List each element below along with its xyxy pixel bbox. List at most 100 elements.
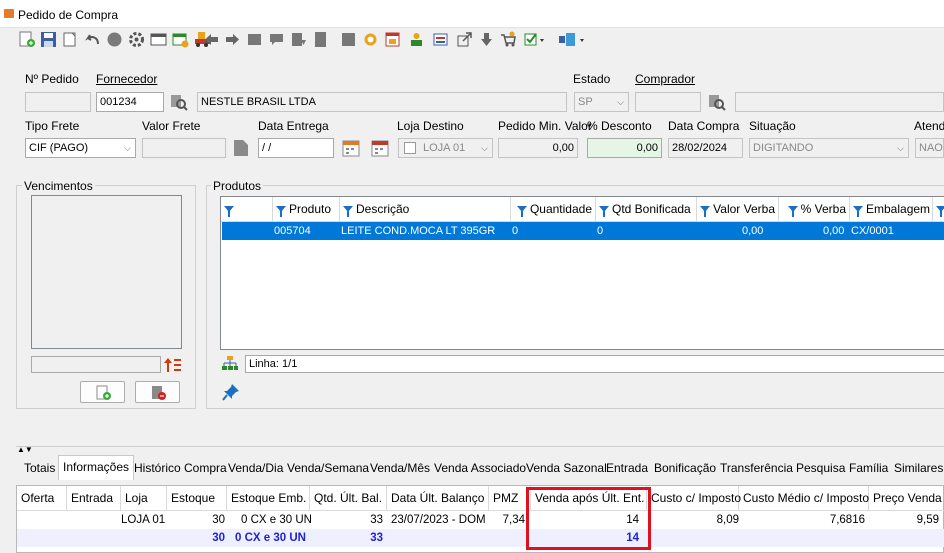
export-icon[interactable] bbox=[456, 31, 473, 48]
save-icon[interactable] bbox=[40, 31, 57, 48]
calendar-picker-icon[interactable] bbox=[342, 139, 360, 157]
col-qtd-bonificada[interactable]: Qtd Bonificada bbox=[596, 197, 697, 222]
loja-destino-label: Loja Destino bbox=[397, 119, 464, 133]
refresh-coins-icon[interactable] bbox=[362, 31, 379, 48]
splitter-line[interactable] bbox=[16, 446, 944, 447]
info-col-header[interactable]: PMZ bbox=[489, 486, 531, 511]
sort-order-icon[interactable] bbox=[164, 356, 182, 374]
search-fornecedor-icon[interactable] bbox=[170, 93, 188, 111]
fornecedor-code-field[interactable]: 001234 bbox=[96, 92, 164, 112]
col-qtd-bonificada-label: Qtd Bonificada bbox=[612, 202, 691, 216]
data-compra-field: 28/02/2024 bbox=[668, 138, 743, 158]
cell-descricao: LEITE COND.MOCA LT 395GR bbox=[341, 225, 496, 237]
tab-2[interactable]: Histórico Compra bbox=[130, 457, 231, 479]
calendar-icon[interactable] bbox=[172, 31, 189, 48]
tab-4[interactable]: Venda/Semana bbox=[283, 457, 373, 479]
spreadsheet-icon[interactable] bbox=[384, 31, 401, 48]
info-col-header[interactable]: Estoque bbox=[167, 486, 227, 511]
settings-icon[interactable] bbox=[128, 31, 145, 48]
new-document-icon[interactable] bbox=[18, 31, 35, 48]
document-small-icon[interactable] bbox=[233, 139, 249, 157]
cell-quantidade: 0 bbox=[512, 225, 519, 237]
tab-10[interactable]: Transferência bbox=[716, 457, 797, 479]
tab-13[interactable]: Similares bbox=[890, 457, 944, 479]
comprador-code-field[interactable] bbox=[635, 92, 701, 112]
clipboard-down-icon[interactable] bbox=[290, 31, 307, 48]
tab-9[interactable]: Bonificação bbox=[650, 457, 720, 479]
vencimentos-input[interactable] bbox=[31, 356, 161, 373]
document-icon[interactable] bbox=[312, 31, 329, 48]
col-produto[interactable]: Produto bbox=[273, 197, 340, 222]
vencimentos-list[interactable] bbox=[31, 195, 182, 349]
network-dropdown-icon[interactable] bbox=[558, 31, 584, 48]
download-arrow-icon[interactable] bbox=[478, 31, 495, 48]
atend-field[interactable]: NAO bbox=[915, 138, 944, 158]
loja-destino-select[interactable]: LOJA 01 ⌵ bbox=[398, 138, 493, 158]
pin-icon[interactable] bbox=[222, 383, 240, 401]
tab-7[interactable]: Venda Sazonal bbox=[522, 457, 611, 479]
tab-11[interactable]: Pesquisa bbox=[792, 457, 849, 479]
col-quantidade[interactable]: Quantidade bbox=[511, 197, 596, 222]
arrow-left-icon[interactable] bbox=[203, 31, 220, 48]
tab-8[interactable]: Entrada bbox=[602, 457, 652, 479]
tab-3[interactable]: Venda/Dia bbox=[224, 457, 287, 479]
info-col-header[interactable]: Loja bbox=[121, 486, 167, 511]
tab-5[interactable]: Venda/Mês bbox=[366, 457, 434, 479]
tab-12[interactable]: Família bbox=[845, 457, 892, 479]
produtos-grid[interactable]: Produto Descrição Quantidade Qtd Bonific… bbox=[220, 196, 944, 350]
loja-destino-checkbox[interactable] bbox=[404, 142, 416, 154]
calendar-picker-alt-icon[interactable] bbox=[371, 139, 389, 157]
copy-icon[interactable] bbox=[62, 31, 79, 48]
col-valor-verba[interactable]: Valor Verba bbox=[697, 197, 779, 222]
cart-icon[interactable] bbox=[500, 31, 517, 48]
splitter-arrows-icon[interactable]: ▲▼ bbox=[17, 446, 37, 455]
info-col-header[interactable]: Qtd. Últ. Bal. bbox=[310, 486, 387, 511]
stamp-icon[interactable] bbox=[246, 31, 263, 48]
estado-select[interactable]: SP ⌵ bbox=[574, 92, 629, 112]
arrow-right-icon[interactable] bbox=[224, 31, 241, 48]
informacoes-grid[interactable]: Oferta Entrada Loja Estoque Estoque Emb. Qtd.… bbox=[16, 485, 944, 553]
user-upload-icon[interactable] bbox=[408, 31, 425, 48]
approve-dropdown-icon[interactable] bbox=[524, 31, 544, 48]
pedido-min-field[interactable]: 0,00 bbox=[498, 138, 578, 158]
desconto-field[interactable]: 0,00 bbox=[587, 138, 662, 158]
info-col-header[interactable]: Oferta bbox=[17, 486, 67, 511]
info-col-header[interactable]: Data Últ. Balanço bbox=[387, 486, 489, 511]
col-pct-verba[interactable]: % Verba bbox=[779, 197, 850, 222]
info-col-header[interactable]: Entrada bbox=[67, 486, 121, 511]
filter-all-header[interactable] bbox=[221, 197, 273, 222]
col-more[interactable] bbox=[933, 197, 944, 222]
tab-6[interactable]: Venda Associado bbox=[430, 457, 530, 479]
cell-embalagem: CX/0001 bbox=[851, 225, 894, 237]
table-row[interactable]: 005704 LEITE COND.MOCA LT 395GR 0 0 0,00… bbox=[222, 222, 944, 240]
comprador-name-field bbox=[735, 92, 944, 112]
info-col-header[interactable]: Preço Venda bbox=[869, 486, 944, 511]
num-pedido-field[interactable] bbox=[25, 92, 91, 112]
info-col-header[interactable]: Custo c/ Imposto bbox=[647, 486, 741, 511]
info-col-header[interactable]: Estoque Emb. bbox=[227, 486, 310, 511]
tab-1[interactable]: Informações bbox=[58, 455, 135, 480]
data-entrega-field[interactable]: / / bbox=[258, 138, 334, 158]
hierarchy-icon[interactable] bbox=[221, 355, 239, 373]
undo-icon[interactable] bbox=[84, 31, 101, 48]
transfer-icon[interactable] bbox=[432, 31, 449, 48]
comment-icon[interactable] bbox=[268, 31, 285, 48]
tab-label: Totais bbox=[24, 461, 56, 475]
comprador-label[interactable]: Comprador bbox=[635, 72, 695, 86]
search-comprador-icon[interactable] bbox=[708, 93, 726, 111]
grid-icon[interactable] bbox=[340, 31, 357, 48]
tipo-frete-select[interactable]: CIF (PAGO) ⌵ bbox=[25, 138, 136, 158]
remove-vencimento-button[interactable] bbox=[135, 381, 180, 403]
col-descricao[interactable]: Descrição bbox=[340, 197, 511, 222]
valor-frete-field[interactable] bbox=[142, 138, 226, 158]
tab-label: Venda/Semana bbox=[287, 461, 370, 475]
situacao-select[interactable]: DIGITANDO ⌵ bbox=[749, 138, 909, 158]
add-vencimento-button[interactable] bbox=[80, 381, 125, 403]
info-col-header[interactable]: Custo Médio c/ Imposto bbox=[739, 486, 869, 511]
col-embalagem[interactable]: Embalagem bbox=[850, 197, 933, 222]
window-icon[interactable] bbox=[150, 31, 167, 48]
cancel-circle-icon[interactable] bbox=[106, 31, 123, 48]
fornecedor-label[interactable]: Fornecedor bbox=[96, 72, 157, 86]
estado-label: Estado bbox=[573, 72, 611, 86]
tab-0[interactable]: Totais bbox=[20, 457, 59, 479]
